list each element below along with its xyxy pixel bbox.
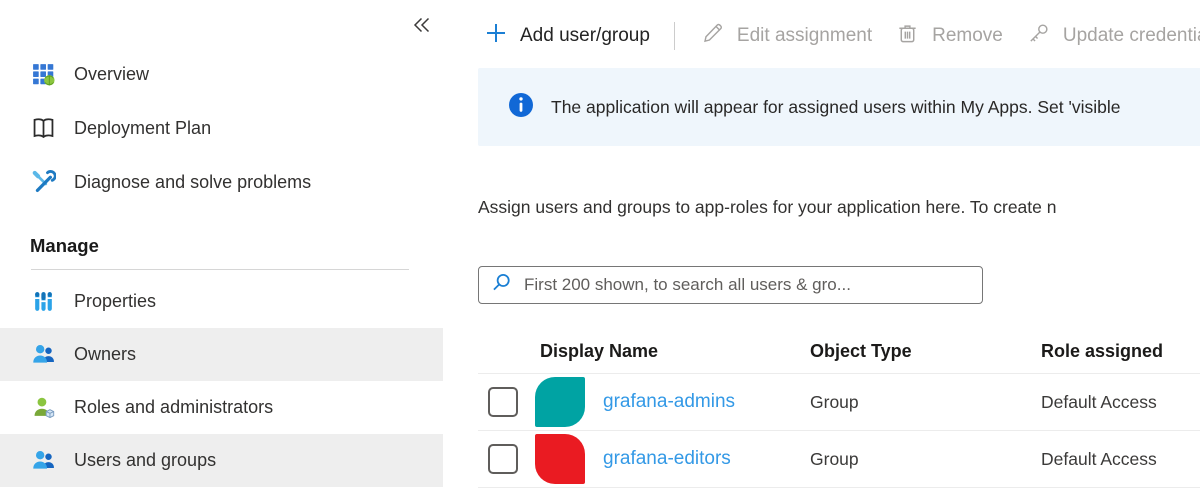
sidebar-item-users-and-groups[interactable]: Users and groups <box>0 434 443 487</box>
table-row[interactable]: grafana-editors Group Default Access <box>478 431 1200 488</box>
role-assigned-cell: Default Access <box>1041 392 1200 413</box>
update-credentials-label: Update credentials <box>1063 25 1200 47</box>
collapse-sidebar-button[interactable] <box>406 12 436 42</box>
info-banner-text: The application will appear for assigned… <box>551 97 1120 118</box>
search-icon <box>491 272 512 298</box>
sidebar-item-diagnose[interactable]: Diagnose and solve problems <box>0 155 443 209</box>
sidebar-item-label: Users and groups <box>74 450 216 471</box>
book-icon <box>30 115 56 141</box>
sidebar-item-properties[interactable]: Properties <box>0 275 443 328</box>
sidebar-item-label: Overview <box>74 64 149 85</box>
sidebar: Overview Deployment Plan Diagnose an <box>0 0 443 496</box>
manage-section-header: Manage <box>0 209 443 269</box>
manage-list: Properties Owners <box>0 270 443 487</box>
plus-icon <box>485 22 507 50</box>
tools-icon <box>30 169 56 195</box>
edit-assignment-button[interactable]: Edit assignment <box>701 22 872 51</box>
add-user-group-label: Add user/group <box>520 25 650 47</box>
pencil-icon <box>701 22 724 51</box>
object-type-cell: Group <box>810 392 1041 413</box>
sidebar-item-label: Deployment Plan <box>74 118 211 139</box>
add-user-group-button[interactable]: Add user/group <box>485 22 650 50</box>
role-assigned-cell: Default Access <box>1041 449 1200 470</box>
search-input[interactable] <box>524 275 972 295</box>
group-name-link[interactable]: grafana-admins <box>603 391 735 413</box>
trash-icon <box>896 22 919 51</box>
sidebar-item-label: Properties <box>74 291 156 312</box>
key-icon <box>1027 22 1050 51</box>
remove-label: Remove <box>932 25 1003 47</box>
people-icon <box>30 342 56 368</box>
sidebar-item-label: Roles and administrators <box>74 397 273 418</box>
info-icon <box>508 92 534 123</box>
column-header-object-type: Object Type <box>810 341 1041 362</box>
update-credentials-button[interactable]: Update credentials <box>1027 22 1200 51</box>
page-description: Assign users and groups to app-roles for… <box>478 197 1200 218</box>
sidebar-item-label: Diagnose and solve problems <box>74 172 311 193</box>
table-header-row: Display Name Object Type Role assigned <box>478 330 1200 374</box>
search-box <box>478 266 983 304</box>
toolbar-divider <box>674 22 675 50</box>
sidebar-item-deployment-plan[interactable]: Deployment Plan <box>0 101 443 155</box>
command-bar: Add user/group Edit assignment Remove <box>478 14 1200 58</box>
column-header-display-name: Display Name <box>478 341 810 362</box>
overview-grid-icon <box>30 61 56 87</box>
display-name-cell: grafana-admins <box>478 377 810 427</box>
people-icon <box>30 448 56 474</box>
sidebar-item-label: Owners <box>74 344 136 365</box>
object-type-cell: Group <box>810 449 1041 470</box>
info-banner: The application will appear for assigned… <box>478 68 1200 146</box>
remove-button[interactable]: Remove <box>896 22 1003 51</box>
sliders-icon <box>30 289 56 315</box>
admin-person-icon <box>30 395 56 421</box>
edit-assignment-label: Edit assignment <box>737 25 872 47</box>
column-header-role-assigned: Role assigned <box>1041 341 1200 362</box>
group-avatar <box>535 377 585 427</box>
row-checkbox[interactable] <box>488 444 518 474</box>
sidebar-item-overview[interactable]: Overview <box>0 47 443 101</box>
double-chevron-left-icon <box>409 13 433 42</box>
sidebar-item-roles-administrators[interactable]: Roles and administrators <box>0 381 443 434</box>
sidebar-nav: Overview Deployment Plan Diagnose an <box>0 47 443 487</box>
sidebar-item-owners[interactable]: Owners <box>0 328 443 381</box>
row-checkbox[interactable] <box>488 387 518 417</box>
assignments-table: Display Name Object Type Role assigned g… <box>478 330 1200 488</box>
group-name-link[interactable]: grafana-editors <box>603 448 731 470</box>
table-row[interactable]: grafana-admins Group Default Access <box>478 374 1200 431</box>
group-avatar <box>535 434 585 484</box>
display-name-cell: grafana-editors <box>478 434 810 484</box>
